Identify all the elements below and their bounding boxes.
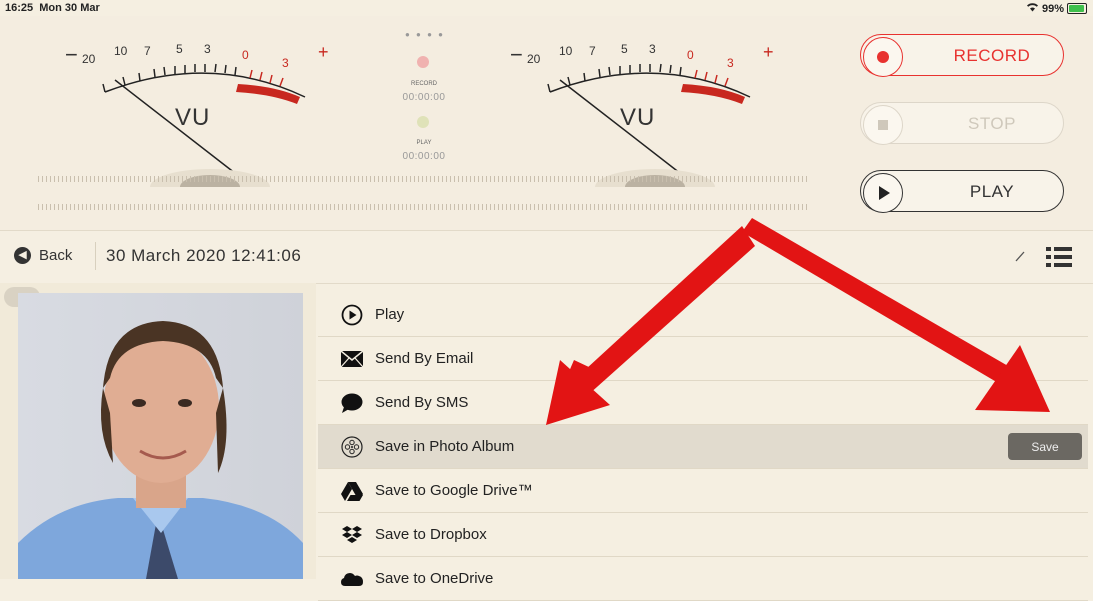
scale-label: 3	[649, 42, 656, 56]
menu-item-send-sms[interactable]: Send By SMS	[318, 381, 1088, 425]
menu-item-send-email[interactable]: Send By Email	[318, 337, 1088, 381]
recording-title: 30 March 2020 12:41:06	[106, 246, 302, 265]
nav-divider	[95, 242, 96, 270]
play-button-label: PLAY	[969, 182, 1015, 201]
play-time: 00:00:00	[402, 151, 446, 162]
recorder-panel: − 20 10 7 5 3 0 3 + VU ● ● ● ● RECORD 00…	[0, 16, 1093, 230]
record-button-label: RECORD	[953, 46, 1031, 65]
vu-label: VU	[620, 104, 656, 131]
play-button[interactable]: PLAY	[860, 170, 1064, 213]
menu-item-save-onedrive[interactable]: Save to OneDrive	[318, 557, 1088, 601]
scale-label: 20	[82, 52, 96, 66]
record-icon	[863, 37, 903, 77]
menu-item-play[interactable]: Play	[318, 293, 1088, 337]
nav-bar: ◀ Back 30 March 2020 12:41:06	[0, 230, 1093, 284]
edit-pencil-icon[interactable]	[1014, 249, 1026, 263]
scale-minus: −	[510, 42, 523, 67]
record-time: 00:00:00	[402, 92, 446, 103]
status-right: 99%	[1026, 2, 1087, 15]
scale-label: 10	[114, 44, 128, 58]
menu-item-label: Save to Dropbox	[375, 526, 487, 543]
list-view-icon[interactable]	[1046, 247, 1072, 267]
menu-item-save-google-drive[interactable]: Save to Google Drive™	[318, 469, 1088, 513]
action-menu: Play Send By Email Send By SMS Save in P…	[318, 293, 1088, 601]
battery-icon	[1067, 3, 1087, 14]
scale-plus: +	[318, 42, 329, 62]
battery-percent: 99%	[1041, 2, 1064, 15]
scale-label: 20	[527, 52, 541, 66]
page-dots: ● ● ● ●	[405, 30, 445, 39]
scale-label: 3	[204, 42, 211, 56]
tape-ruler-bottom	[38, 204, 808, 210]
play-circle-icon	[341, 304, 363, 326]
vu-label: VU	[175, 104, 211, 131]
save-button[interactable]: Save	[1008, 433, 1082, 460]
menu-item-label: Send By Email	[375, 350, 474, 367]
scale-label: 5	[621, 42, 628, 56]
scale-plus: +	[763, 42, 774, 62]
record-button[interactable]: RECORD	[860, 34, 1064, 77]
scale-label: 7	[589, 44, 596, 58]
play-icon	[863, 173, 903, 213]
menu-item-label: Send By SMS	[375, 394, 469, 411]
scale-label: 5	[176, 42, 183, 56]
tape-ruler-top	[38, 176, 808, 182]
play-indicator-label: PLAY	[416, 140, 432, 146]
scale-minus: −	[65, 42, 78, 67]
scale-label: 3	[282, 56, 289, 70]
menu-item-label: Save in Photo Album	[375, 438, 515, 455]
dropbox-icon	[341, 524, 363, 546]
photo-album-icon	[341, 435, 363, 458]
play-indicator-light	[417, 116, 429, 128]
vu-meter-right: − 20 10 7 5 3 0 3 + VU	[505, 42, 805, 187]
google-drive-icon	[341, 480, 363, 502]
stop-icon	[863, 105, 903, 145]
stop-button[interactable]: STOP	[860, 102, 1064, 145]
record-indicator-light	[417, 56, 429, 68]
scale-label: 7	[144, 44, 151, 58]
scale-label: 10	[559, 44, 573, 58]
status-time-date: 16:25 Mon 30 Mar	[5, 2, 100, 14]
back-button[interactable]: ◀ Back	[14, 247, 72, 264]
menu-item-save-dropbox[interactable]: Save to Dropbox	[318, 513, 1088, 557]
back-arrow-icon: ◀	[14, 247, 31, 264]
scale-label: 0	[242, 48, 249, 62]
envelope-icon	[341, 348, 363, 370]
record-indicator-label: RECORD	[410, 81, 437, 87]
wifi-icon	[1026, 2, 1039, 15]
left-pane	[0, 283, 316, 579]
back-button-label: Back	[39, 247, 73, 264]
person-photo	[18, 293, 303, 579]
scale-label: 3	[727, 56, 734, 70]
stop-button-label: STOP	[968, 114, 1016, 133]
menu-item-label: Save to Google Drive™	[375, 482, 533, 499]
vu-meter-left: − 20 10 7 5 3 0 3 + VU	[60, 42, 360, 187]
speech-bubble-icon	[341, 392, 363, 414]
menu-item-label: Play	[375, 306, 405, 323]
status-bar: 16:25 Mon 30 Mar 99%	[0, 0, 1093, 16]
menu-item-save-photo-album[interactable]: Save in Photo Album Save	[318, 425, 1088, 469]
scale-label: 0	[687, 48, 694, 62]
